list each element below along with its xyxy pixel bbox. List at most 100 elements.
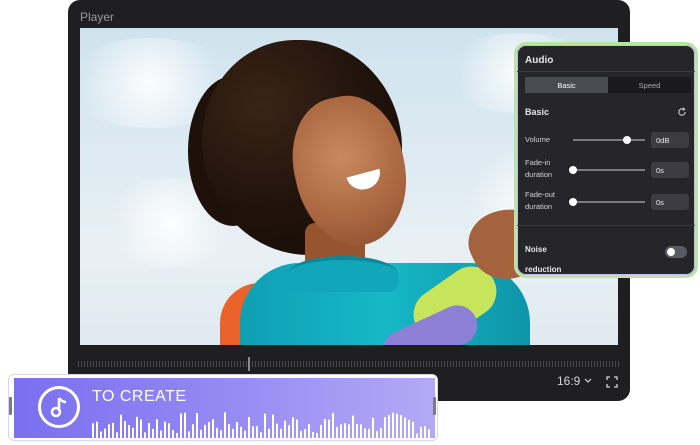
waveform-bar [308,424,310,438]
music-note-icon [38,386,80,428]
clip-right-handle[interactable] [433,397,436,415]
waveform-bar [144,432,146,438]
waveform-bar [412,421,414,438]
waveform-bar [284,420,286,438]
waveform-bar [180,413,182,438]
waveform-bar [152,428,154,438]
waveform-bar [136,416,138,438]
waveform-bar [356,424,358,438]
aspect-ratio-label: 16:9 [557,374,581,388]
waveform-bar [116,432,118,438]
fade-out-slider[interactable] [573,201,645,203]
aspect-ratio-dropdown[interactable]: 16:9 [557,374,592,388]
tab-speed[interactable]: Speed [608,77,691,93]
waveform-bar [112,422,114,438]
waveform-icon [92,412,430,438]
chevron-down-icon [584,378,592,383]
waveform-bar [416,433,418,438]
waveform-bar [352,415,354,438]
waveform-bar [276,423,278,438]
waveform-bar [360,424,362,438]
fade-in-value[interactable]: 0s [651,162,689,178]
volume-value[interactable]: 0dB [651,132,689,148]
waveform-bar [408,419,410,438]
waveform-bar [232,428,234,438]
waveform-bar [320,424,322,438]
fade-in-slider-knob[interactable] [569,166,577,174]
waveform-bar [272,414,274,438]
waveform-bar [120,414,122,438]
waveform-bar [124,421,126,438]
shirt-collar [288,256,398,292]
waveform-bar [392,412,394,438]
reset-icon[interactable] [677,107,687,117]
waveform-bar [160,430,162,438]
waveform-bar [264,413,266,438]
fade-out-slider-knob[interactable] [569,198,577,206]
waveform-bar [324,419,326,438]
waveform-bar [424,426,426,438]
toggle-knob [667,248,675,256]
volume-label: Volume [525,135,551,144]
timeline-track[interactable] [78,361,620,367]
audio-panel: Audio Basic Speed Basic Volume 0dB Fade-… [514,42,698,278]
waveform-bar [192,424,194,438]
waveform-bar [296,419,298,438]
waveform-bar [236,421,238,438]
waveform-bar [328,419,330,438]
playhead[interactable] [248,357,250,371]
waveform-bar [344,423,346,438]
waveform-bar [288,425,290,438]
waveform-bar [260,432,262,438]
fade-in-label-line1: Fade-in [525,158,551,167]
clip-left-handle[interactable] [9,397,12,415]
waveform-bar [244,430,246,438]
waveform-bar [96,421,98,438]
waveform-bar [140,419,142,438]
fade-in-slider[interactable] [573,169,645,171]
noise-reduction-line1: Noise [525,245,547,254]
waveform-bar [208,421,210,438]
player-title: Player [80,10,115,24]
waveform-bar [204,424,206,438]
fullscreen-icon[interactable] [606,376,618,388]
waveform-bar [368,428,370,438]
waveform-bar [108,424,110,438]
create-clip[interactable]: TO CREATE [8,374,438,441]
tab-basic[interactable]: Basic [525,77,608,93]
waveform-bar [104,428,106,438]
waveform-bar [176,432,178,438]
waveform-bar [184,412,186,438]
waveform-bar [336,426,338,438]
waveform-bar [188,431,190,438]
audio-panel-title: Audio [525,55,554,66]
section-title: Basic [525,107,550,117]
fade-in-label: Fade-in duration [525,157,552,181]
waveform-bar [132,427,134,438]
waveform-bar [348,424,350,438]
waveform-bar [428,429,430,438]
divider [517,71,695,72]
volume-slider-knob[interactable] [623,136,631,144]
waveform-bar [396,413,398,438]
waveform-bar [148,423,150,438]
waveform-bar [196,412,198,438]
waveform-bar [128,424,130,438]
fade-out-value[interactable]: 0s [651,194,689,210]
fade-out-label-line2: duration [525,202,553,211]
fade-out-label-line1: Fade-out [525,190,556,199]
audio-clip[interactable]: TO CREATE [14,378,435,438]
waveform-bar [380,428,382,438]
volume-slider[interactable] [573,139,645,141]
divider [517,225,695,226]
noise-reduction-toggle[interactable] [665,246,687,258]
waveform-bar [300,431,302,438]
waveform-bar [404,417,406,438]
waveform-bar [248,416,250,438]
noise-reduction-label: Noise reduction [525,240,561,275]
waveform-bar [280,428,282,438]
waveform-bar [256,426,258,438]
waveform-bar [316,432,318,438]
waveform-bar [372,417,374,438]
waveform-bar [220,430,222,438]
